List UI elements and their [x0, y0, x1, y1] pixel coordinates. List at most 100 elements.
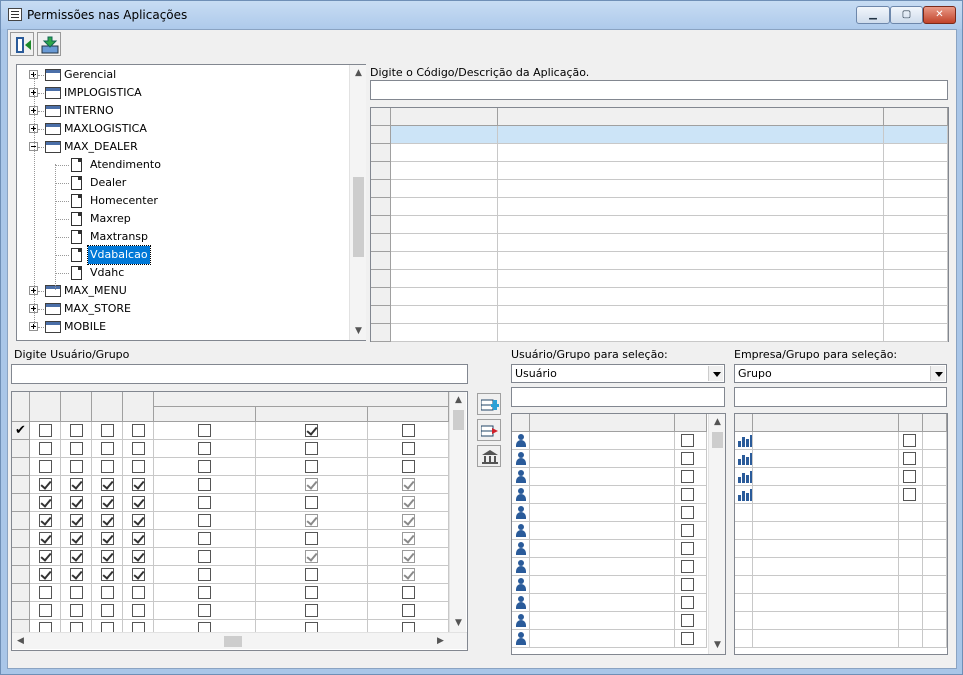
- save-button[interactable]: [37, 32, 61, 56]
- special-column-header[interactable]: [368, 407, 449, 422]
- permission-checkbox[interactable]: [305, 424, 318, 437]
- permission-checkbox[interactable]: [305, 550, 318, 563]
- grid-cell-code[interactable]: [391, 270, 498, 288]
- user-select-checkbox[interactable]: [681, 578, 694, 591]
- group-select-cell[interactable]: [899, 450, 923, 468]
- scroll-up-arrow[interactable]: ▲: [709, 414, 726, 431]
- tree-node[interactable]: Maxtransp: [17, 228, 347, 246]
- scroll-thumb[interactable]: [353, 177, 364, 257]
- permission-cell[interactable]: [92, 530, 123, 548]
- group-name-cell[interactable]: [753, 594, 899, 612]
- row-indicator[interactable]: [12, 566, 30, 584]
- permission-cell[interactable]: [368, 512, 449, 530]
- permission-cell[interactable]: [30, 548, 61, 566]
- permission-checkbox[interactable]: [305, 568, 318, 581]
- permission-checkbox[interactable]: [39, 532, 52, 545]
- permission-checkbox[interactable]: [132, 604, 145, 617]
- scroll-thumb[interactable]: [712, 432, 723, 448]
- permission-cell[interactable]: [123, 566, 154, 584]
- user-select-checkbox[interactable]: [681, 452, 694, 465]
- grid-cell-description[interactable]: [498, 198, 884, 216]
- grid-cell-code[interactable]: [391, 234, 498, 252]
- permission-cell[interactable]: [92, 458, 123, 476]
- exit-button[interactable]: [10, 32, 34, 56]
- permission-cell[interactable]: [256, 566, 368, 584]
- permission-checkbox[interactable]: [132, 514, 145, 527]
- permission-cell[interactable]: [61, 566, 92, 584]
- permission-checkbox[interactable]: [402, 586, 415, 599]
- row-indicator[interactable]: [371, 324, 391, 342]
- group-select-cell[interactable]: [899, 486, 923, 504]
- permission-checkbox[interactable]: [198, 568, 211, 581]
- group-name-cell[interactable]: [753, 576, 899, 594]
- user-select-checkbox[interactable]: [681, 560, 694, 573]
- permission-cell[interactable]: [30, 584, 61, 602]
- permission-cell[interactable]: [154, 584, 256, 602]
- permission-cell[interactable]: [123, 494, 154, 512]
- column-header-aplicacao[interactable]: [391, 108, 498, 126]
- group-select-checkbox[interactable]: [903, 452, 916, 465]
- grid-cell-code[interactable]: [391, 198, 498, 216]
- group-select-cell[interactable]: [899, 594, 923, 612]
- user-select-checkbox[interactable]: [681, 488, 694, 501]
- row-indicator[interactable]: [12, 530, 30, 548]
- column-header[interactable]: [30, 392, 61, 422]
- row-indicator[interactable]: ✔: [12, 422, 30, 440]
- row-indicator[interactable]: [12, 476, 30, 494]
- permission-checkbox[interactable]: [101, 478, 114, 491]
- permission-checkbox[interactable]: [305, 442, 318, 455]
- permission-checkbox[interactable]: [101, 460, 114, 473]
- row-indicator[interactable]: [371, 180, 391, 198]
- permission-checkbox[interactable]: [132, 532, 145, 545]
- group-select-cell[interactable]: [899, 576, 923, 594]
- tree-node[interactable]: Maxrep: [17, 210, 347, 228]
- row-indicator[interactable]: [371, 126, 391, 144]
- permission-cell[interactable]: [368, 440, 449, 458]
- scroll-thumb[interactable]: [453, 410, 464, 430]
- permission-cell[interactable]: [123, 422, 154, 440]
- permission-cell[interactable]: [368, 602, 449, 620]
- permission-cell[interactable]: [256, 548, 368, 566]
- column-header-grupo[interactable]: [753, 414, 899, 432]
- row-indicator[interactable]: [371, 234, 391, 252]
- tree-node[interactable]: IMPLOGISTICA: [17, 84, 347, 102]
- permission-checkbox[interactable]: [39, 514, 52, 527]
- user-select-cell[interactable]: [675, 576, 707, 594]
- chevron-down-icon[interactable]: [930, 366, 945, 381]
- row-indicator[interactable]: [371, 288, 391, 306]
- permission-cell[interactable]: [30, 566, 61, 584]
- permission-checkbox[interactable]: [39, 496, 52, 509]
- row-indicator[interactable]: [371, 306, 391, 324]
- user-select-cell[interactable]: [675, 504, 707, 522]
- maximize-button[interactable]: ▢: [890, 6, 923, 24]
- permission-checkbox[interactable]: [305, 496, 318, 509]
- permission-checkbox[interactable]: [70, 568, 83, 581]
- group-select-cell[interactable]: [899, 468, 923, 486]
- permission-cell[interactable]: [123, 440, 154, 458]
- group-select-cell[interactable]: [899, 612, 923, 630]
- bank-permission-button[interactable]: [477, 445, 501, 467]
- permission-checkbox[interactable]: [101, 568, 114, 581]
- remove-permission-button[interactable]: [477, 419, 501, 441]
- permission-checkbox[interactable]: [198, 424, 211, 437]
- permission-checkbox[interactable]: [305, 478, 318, 491]
- add-permission-button[interactable]: [477, 393, 501, 415]
- perm-vertical-scrollbar[interactable]: ▲ ▼: [449, 392, 466, 632]
- scroll-up-arrow[interactable]: ▲: [350, 65, 367, 82]
- user-select-cell[interactable]: [675, 558, 707, 576]
- user-name-cell[interactable]: [530, 630, 675, 648]
- tree-node[interactable]: MAX_DEALER: [17, 138, 347, 156]
- group-select-cell[interactable]: [899, 540, 923, 558]
- grid-cell-code[interactable]: [391, 126, 498, 144]
- permission-cell[interactable]: [256, 512, 368, 530]
- grid-cell-description[interactable]: [498, 234, 884, 252]
- grid-cell-description[interactable]: [498, 270, 884, 288]
- grid-cell-description[interactable]: [498, 252, 884, 270]
- permission-checkbox[interactable]: [132, 460, 145, 473]
- permission-cell[interactable]: [256, 602, 368, 620]
- permission-checkbox[interactable]: [39, 478, 52, 491]
- user-select-cell[interactable]: [675, 594, 707, 612]
- permission-checkbox[interactable]: [402, 478, 415, 491]
- group-select-cell[interactable]: [899, 432, 923, 450]
- scroll-down-arrow[interactable]: ▼: [350, 323, 367, 340]
